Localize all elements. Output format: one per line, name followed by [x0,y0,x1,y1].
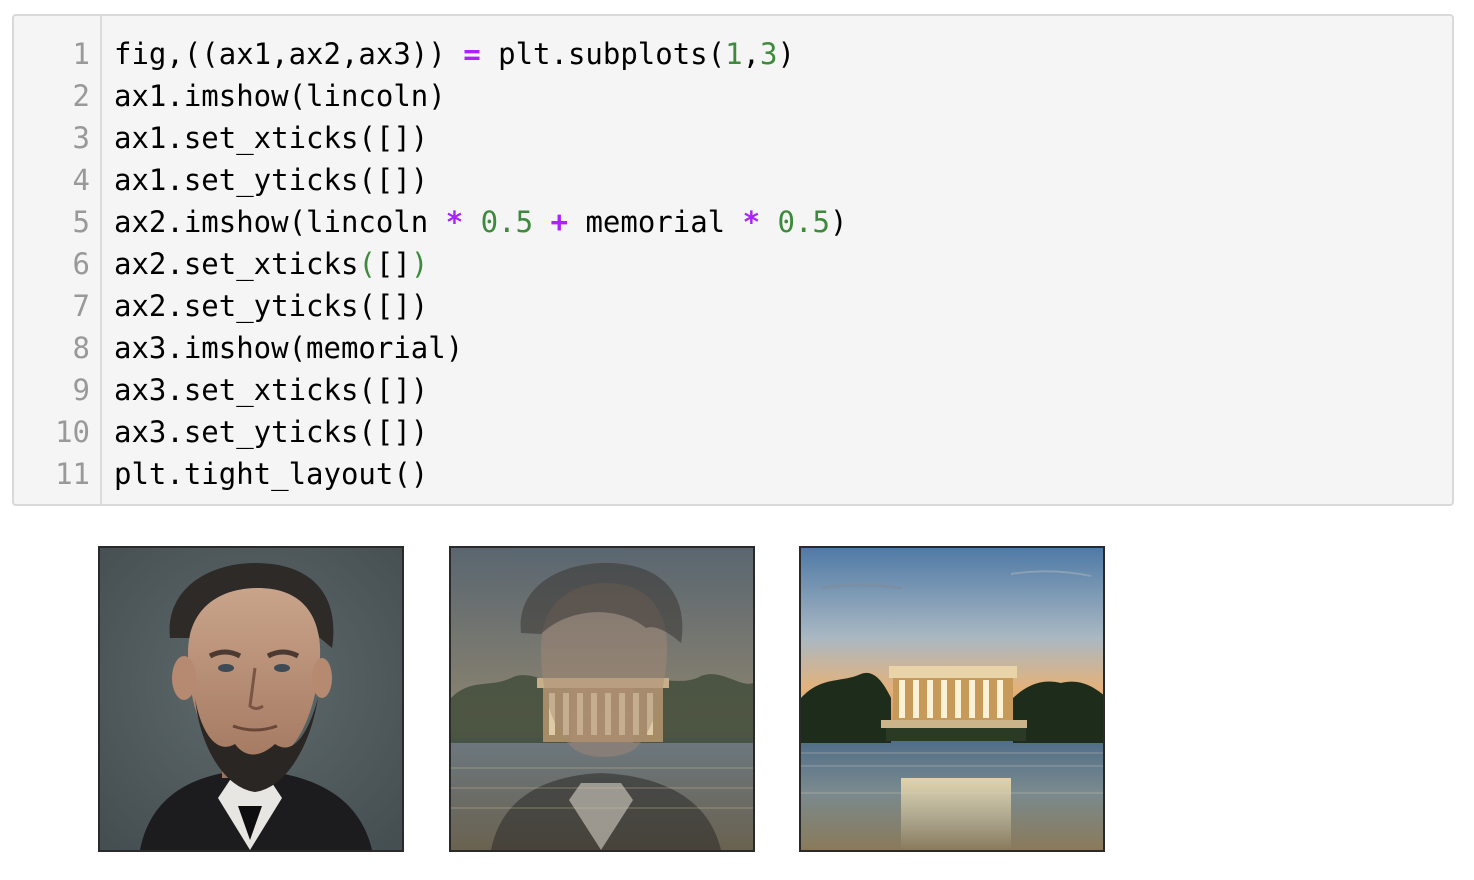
code-operator: = [463,37,481,71]
code-token: ax2.set_xticks [114,247,359,281]
code-token: ) [829,205,848,239]
code-operator: * [742,205,761,239]
line-number: 1 [72,37,90,71]
line-number: 6 [72,247,90,281]
code-line[interactable]: ax1.set_yticks([]) [114,159,428,201]
memorial-image [799,546,1105,852]
code-line[interactable]: ax3.set_yticks([]) [114,411,428,453]
code-operator: * [445,205,464,239]
code-line[interactable]: plt.tight_layout() [114,453,428,495]
code-line[interactable]: ax2.set_xticks([]) [114,243,428,285]
code-token: ax3.set_xticks([]) [114,373,429,407]
code-token: ) [410,247,429,281]
code-token: ) [777,37,795,71]
code-token: ax1.imshow(lincoln) [114,79,446,113]
code-token: ax3.set_yticks([]) [114,415,429,449]
code-line[interactable]: ax3.imshow(memorial) [114,327,463,369]
code-number: 1 [725,37,743,71]
code-token: plt.subplots( [480,37,726,71]
code-line[interactable]: ax2.imshow(lincoln * 0.5 + memorial * 0.… [114,201,847,243]
code-cell[interactable]: 1 2 3 4 5 6 7 8 9 10 11 fig,((ax1,ax2,ax3)) = plt.… [12,14,1454,506]
code-token: plt.tight_layout() [114,457,429,491]
lincoln-portrait-image [98,546,404,852]
line-number: 8 [72,331,90,365]
code-token: ax2.set_yticks([]) [114,289,429,323]
code-token: ax3.imshow(memorial) [114,331,464,365]
line-number: 4 [72,163,90,197]
blended-image [449,546,755,852]
code-token: ( [358,247,376,281]
code-line[interactable]: ax2.set_yticks([]) [114,285,428,327]
code-line[interactable]: ax3.set_xticks([]) [114,369,428,411]
line-number: 7 [72,289,90,323]
code-token: memorial [568,205,743,239]
line-number: 2 [72,79,90,113]
line-number: 10 [55,415,90,449]
code-number: 0.5 [480,205,534,239]
code-line[interactable]: fig,((ax1,ax2,ax3)) = plt.subplots(1,3) [114,33,795,75]
code-token: ax1.set_xticks([]) [114,121,429,155]
code-operator: + [550,205,568,239]
line-number: 9 [72,373,90,407]
code-token: ax2.imshow(lincoln [114,205,446,239]
line-number: 3 [72,121,90,155]
code-line[interactable]: ax1.imshow(lincoln) [114,75,446,117]
code-token: fig,((ax1,ax2,ax3)) [114,37,464,71]
line-number-gutter: 1 2 3 4 5 6 7 8 9 10 11 [14,16,102,504]
code-token: [] [375,247,411,281]
code-number: 3 [760,37,778,71]
code-line[interactable]: ax1.set_xticks([]) [114,117,428,159]
code-token: , [742,37,761,71]
code-token: ax1.set_yticks([]) [114,163,429,197]
code-number: 0.5 [777,205,830,239]
line-number: 11 [55,457,90,491]
line-number: 5 [72,205,90,239]
